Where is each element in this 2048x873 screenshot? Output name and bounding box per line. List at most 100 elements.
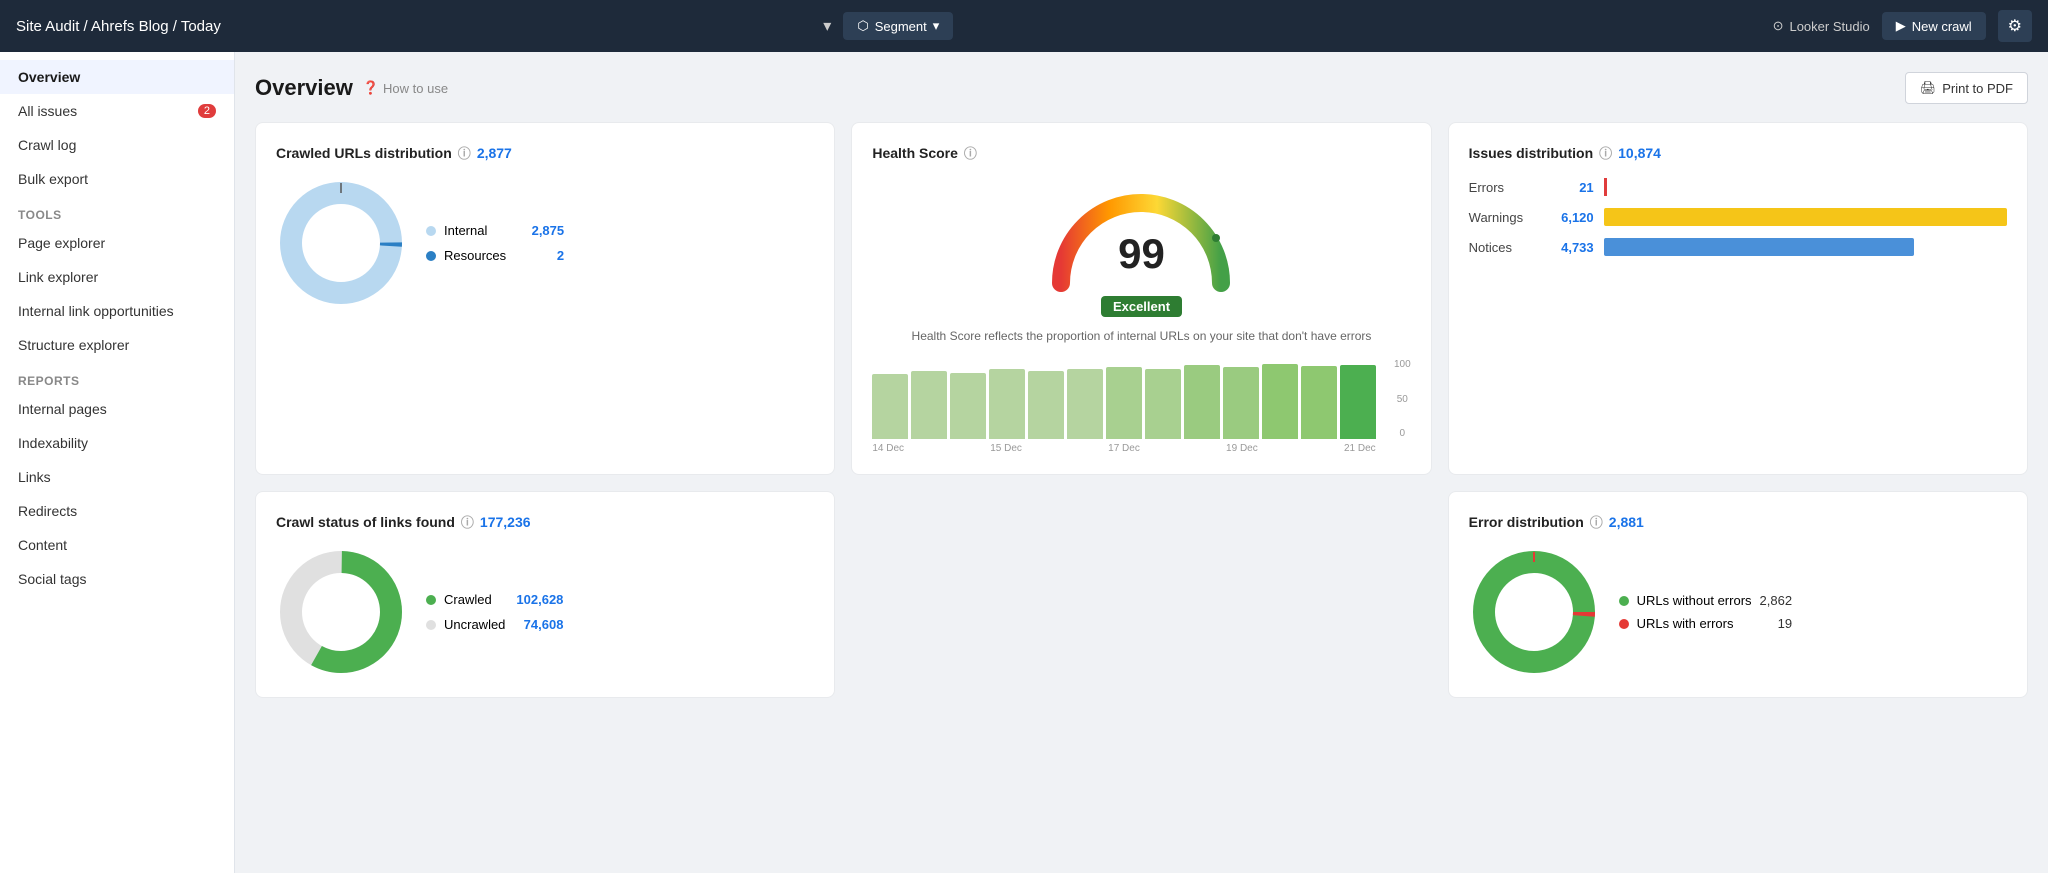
sidebar-item-social-tags[interactable]: Social tags xyxy=(0,562,234,596)
crawled-dot xyxy=(426,595,436,605)
errors-bar-wrap xyxy=(1604,178,2007,196)
breadcrumb: Site Audit / Ahrefs Blog / Today xyxy=(16,18,811,35)
legend-urls-without-errors: URLs without errors 2,862 xyxy=(1619,593,1792,608)
errors-bar xyxy=(1604,178,1607,196)
legend-uncrawled: Uncrawled 74,608 xyxy=(426,617,563,632)
sparkline-bars xyxy=(872,359,1375,439)
print-button[interactable]: 🖨 Print to PDF xyxy=(1905,72,2028,104)
sidebar-item-redirects[interactable]: Redirects xyxy=(0,494,234,528)
sidebar-item-bulk-export[interactable]: Bulk export xyxy=(0,162,234,196)
error-distribution-donut-container: URLs without errors 2,862 URLs with erro… xyxy=(1469,547,2007,677)
settings-button[interactable]: ⚙ xyxy=(1998,10,2032,42)
error-distribution-donut xyxy=(1469,547,1599,677)
crawled-urls-legend: Internal 2,875 Resources 2 xyxy=(426,223,564,263)
gauge-score: 99 xyxy=(1118,230,1165,278)
issues-info-icon[interactable]: ⓘ xyxy=(1599,143,1612,162)
app-body: Overview All issues 2 Crawl log Bulk exp… xyxy=(0,52,2048,873)
resources-value: 2 xyxy=(514,248,564,263)
legend-urls-with-errors: URLs with errors 19 xyxy=(1619,616,1792,631)
resources-dot xyxy=(426,251,436,261)
legend-resources: Resources 2 xyxy=(426,248,564,263)
urls-with-dot xyxy=(1619,619,1629,629)
crawled-urls-card: Crawled URLs distribution ⓘ 2,877 Intern… xyxy=(255,122,835,475)
sidebar-item-internal-pages[interactable]: Internal pages xyxy=(0,392,234,426)
sidebar-item-overview[interactable]: Overview xyxy=(0,60,234,94)
sidebar-item-link-explorer[interactable]: Link explorer xyxy=(0,260,234,294)
sidebar: Overview All issues 2 Crawl log Bulk exp… xyxy=(0,52,235,873)
page-header: Overview ❓ How to use 🖨 Print to PDF xyxy=(255,72,2028,104)
crawl-status-info-icon[interactable]: ⓘ xyxy=(461,512,474,531)
urls-without-dot xyxy=(1619,596,1629,606)
crawled-urls-donut-container: Internal 2,875 Resources 2 xyxy=(276,178,814,308)
all-issues-badge: 2 xyxy=(198,104,216,118)
warnings-bar xyxy=(1604,208,2007,226)
legend-crawled: Crawled 102,628 xyxy=(426,592,563,607)
sidebar-item-internal-link-opportunities[interactable]: Internal link opportunities xyxy=(0,294,234,328)
notices-bar xyxy=(1604,238,1915,256)
sparkline-area: 14 Dec15 Dec17 Dec19 Dec21 Dec 100500 xyxy=(872,359,1410,454)
sidebar-item-indexability[interactable]: Indexability xyxy=(0,426,234,460)
errors-row: Errors 21 xyxy=(1469,178,2007,196)
reports-section-header: Reports xyxy=(0,362,234,392)
sidebar-item-links[interactable]: Links xyxy=(0,460,234,494)
crawled-urls-total: 2,877 xyxy=(477,145,512,161)
issues-total: 10,874 xyxy=(1618,145,1661,161)
gauge-wrap: 99 xyxy=(1041,178,1241,288)
crawled-urls-info-icon[interactable]: ⓘ xyxy=(458,143,471,162)
crawled-urls-donut xyxy=(276,178,406,308)
uncrawled-value: 74,608 xyxy=(513,617,563,632)
issues-distribution-title: Issues distribution ⓘ 10,874 xyxy=(1469,143,2007,162)
crawled-value: 102,628 xyxy=(513,592,563,607)
sidebar-item-crawl-log[interactable]: Crawl log xyxy=(0,128,234,162)
crawl-status-legend: Crawled 102,628 Uncrawled 74,608 xyxy=(426,592,563,632)
warnings-row: Warnings 6,120 xyxy=(1469,208,2007,226)
tools-section-header: Tools xyxy=(0,196,234,226)
sidebar-item-page-explorer[interactable]: Page explorer xyxy=(0,226,234,260)
crawl-status-card: Crawl status of links found ⓘ 177,236 Cr… xyxy=(255,491,835,698)
legend-internal: Internal 2,875 xyxy=(426,223,564,238)
segment-button[interactable]: ⬡ Segment ▾ xyxy=(843,12,953,40)
sparkline-labels: 14 Dec15 Dec17 Dec19 Dec21 Dec xyxy=(872,443,1375,454)
health-score-card: Health Score ⓘ xyxy=(851,122,1431,475)
sidebar-item-structure-explorer[interactable]: Structure explorer xyxy=(0,328,234,362)
urls-with-value: 19 xyxy=(1778,616,1792,631)
warnings-bar-wrap xyxy=(1604,208,2007,226)
excellent-badge: Excellent xyxy=(1101,296,1182,317)
new-crawl-button[interactable]: ▶ New crawl xyxy=(1882,12,1986,40)
health-score-container: 99 Excellent Health Score reflects the p… xyxy=(872,178,1410,454)
urls-without-value: 2,862 xyxy=(1760,593,1793,608)
sparkline-y-labels: 100500 xyxy=(1394,359,1411,439)
error-dist-legend: URLs without errors 2,862 URLs with erro… xyxy=(1619,593,1792,631)
looker-icon: ⊙ xyxy=(1773,18,1784,34)
crawl-status-donut xyxy=(276,547,406,677)
internal-value: 2,875 xyxy=(514,223,564,238)
cards-grid: Crawled URLs distribution ⓘ 2,877 Intern… xyxy=(255,122,2028,698)
crawled-urls-title: Crawled URLs distribution ⓘ 2,877 xyxy=(276,143,814,162)
how-to-use-link[interactable]: ❓ How to use xyxy=(363,80,448,96)
health-score-info-icon[interactable]: ⓘ xyxy=(964,143,977,162)
issues-distribution-card: Issues distribution ⓘ 10,874 Errors 21 W… xyxy=(1448,122,2028,475)
looker-studio-button[interactable]: ⊙ Looker Studio xyxy=(1773,18,1870,34)
segment-dropdown-icon: ▾ xyxy=(933,18,940,34)
sidebar-item-content[interactable]: Content xyxy=(0,528,234,562)
main-content: Overview ❓ How to use 🖨 Print to PDF Cra… xyxy=(235,52,2048,873)
error-distribution-info-icon[interactable]: ⓘ xyxy=(1590,512,1603,531)
sidebar-item-all-issues[interactable]: All issues 2 xyxy=(0,94,234,128)
topnav: Site Audit / Ahrefs Blog / Today ▾ ⬡ Seg… xyxy=(0,0,2048,52)
health-score-title: Health Score ⓘ xyxy=(872,143,1410,162)
gear-icon: ⚙ xyxy=(2008,18,2022,35)
notices-bar-wrap xyxy=(1604,238,2007,256)
health-desc: Health Score reflects the proportion of … xyxy=(872,327,1410,345)
page-title: Overview xyxy=(255,75,353,101)
uncrawled-dot xyxy=(426,620,436,630)
crawl-status-total: 177,236 xyxy=(480,514,531,530)
crawl-status-title: Crawl status of links found ⓘ 177,236 xyxy=(276,512,814,531)
error-distribution-title: Error distribution ⓘ 2,881 xyxy=(1469,512,2007,531)
question-icon: ❓ xyxy=(363,80,379,96)
dropdown-icon: ▾ xyxy=(823,16,831,36)
page-title-area: Overview ❓ How to use xyxy=(255,75,448,101)
print-icon: 🖨 xyxy=(1920,80,1937,96)
notices-row: Notices 4,733 xyxy=(1469,238,2007,256)
internal-dot xyxy=(426,226,436,236)
play-icon: ▶ xyxy=(1896,18,1906,34)
